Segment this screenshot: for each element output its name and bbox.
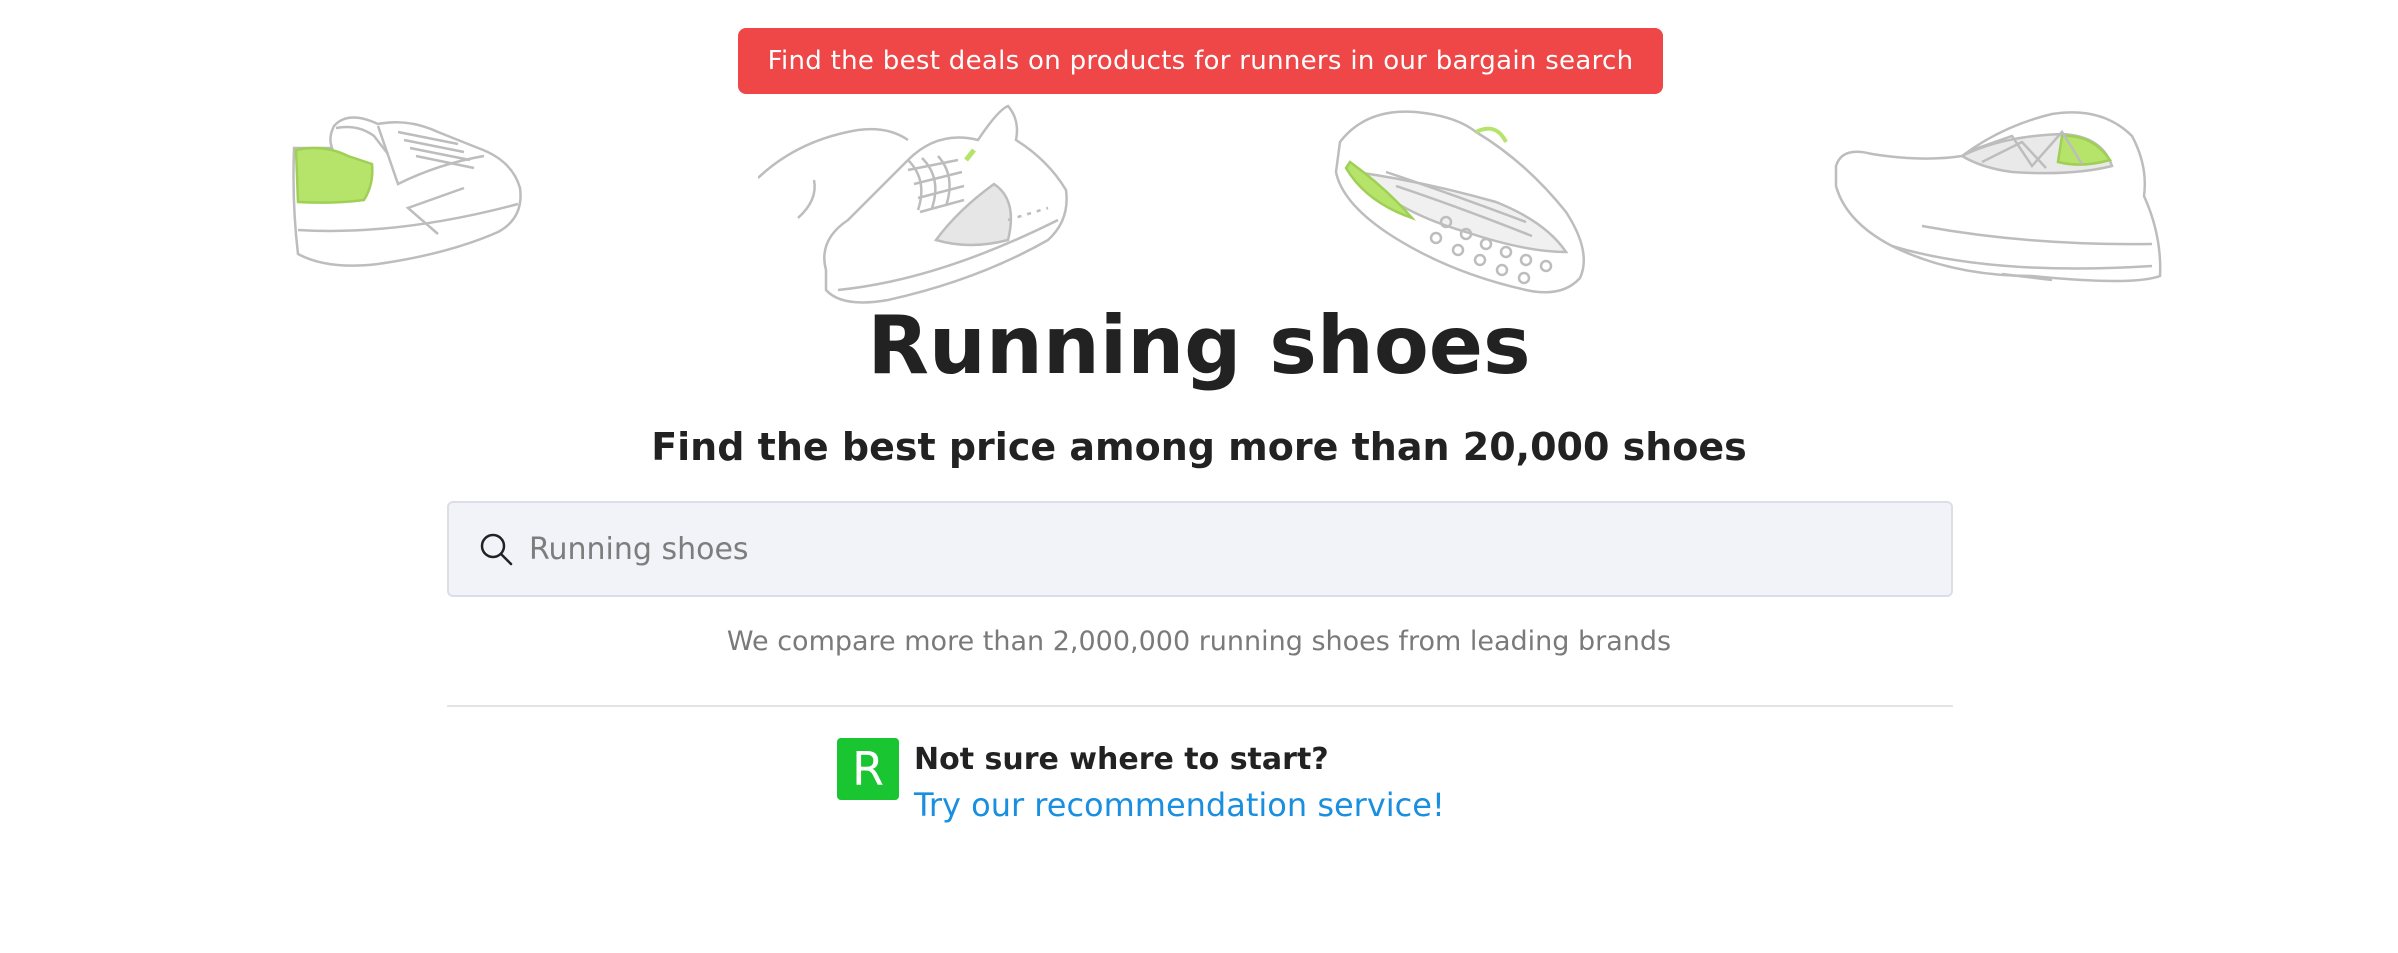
search-input[interactable]: [527, 530, 1951, 568]
section-divider: [447, 705, 1953, 707]
running-shoe-laces-icon: [758, 100, 1078, 310]
running-shoe-side-icon: [1832, 106, 2162, 296]
recommendation-service-link[interactable]: Try our recommendation service!: [914, 784, 1445, 826]
search-box[interactable]: [447, 501, 1953, 597]
recommendation-heading: Not sure where to start?: [914, 742, 1329, 777]
running-shoe-heel-icon: [288, 104, 528, 274]
recommendation-logo: R: [837, 738, 899, 800]
page-title: Running shoes: [867, 299, 1531, 392]
compare-info-text: We compare more than 2,000,000 running s…: [726, 626, 1672, 657]
bargain-search-banner[interactable]: Find the best deals on products for runn…: [738, 28, 1663, 94]
running-shoe-sole-icon: [1326, 102, 1596, 302]
page-subtitle: Find the best price among more than 20,0…: [651, 425, 1747, 469]
search-icon: [480, 533, 513, 566]
